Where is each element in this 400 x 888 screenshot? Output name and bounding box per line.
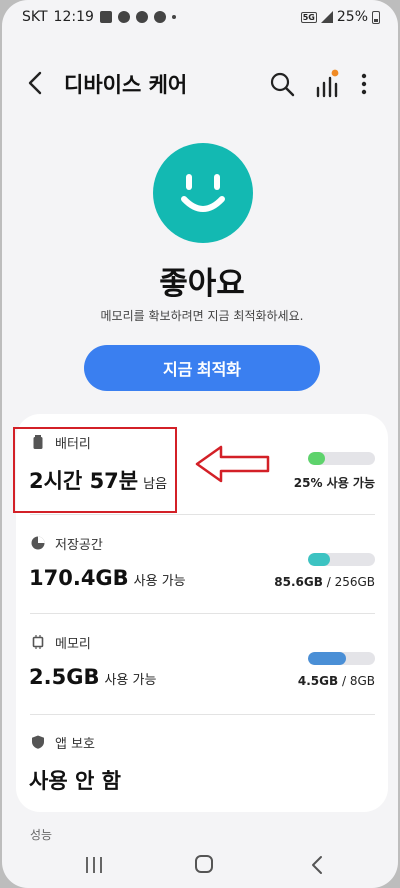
optimize-now-button[interactable]: 지금 최적화 — [84, 345, 320, 391]
battery-caption: 25% 사용 가능 — [293, 476, 375, 490]
status-bar: SKT 12:19 5G 25% — [2, 0, 398, 34]
memory-progress-fill — [308, 652, 346, 665]
app-protection-value: 사용 안 함 — [29, 769, 121, 793]
storage-label: 저장공간 — [55, 538, 103, 553]
shield-icon — [32, 735, 44, 749]
battery-progress-fill — [308, 452, 325, 465]
memory-chip-icon — [32, 635, 44, 649]
app-bar: 디바이스 케어 — [2, 60, 398, 106]
memory-caption: 4.5GB / 8GB — [297, 674, 375, 688]
home-icon[interactable] — [195, 855, 213, 873]
search-icon[interactable] — [268, 70, 296, 98]
signal-strength-icon — [320, 11, 333, 23]
chat-notification-icon — [135, 11, 148, 23]
app-notification-icon — [153, 11, 166, 23]
annotation-arrow-icon — [195, 445, 270, 483]
app-protection-label: 앱 보호 — [55, 737, 96, 752]
highlight-box — [13, 427, 177, 513]
notification-dot — [331, 69, 339, 77]
app-protection-item[interactable]: 앱 보호 사용 안 함 — [16, 714, 388, 814]
device-status-title: 좋아요 — [159, 266, 245, 302]
storage-caption: 85.6GB / 256GB — [274, 575, 375, 589]
memory-item[interactable]: 메모리 2.5GB 사용 가능 4.5GB / 8GB — [16, 614, 388, 714]
nav-back-icon[interactable] — [309, 855, 325, 875]
back-arrow-icon[interactable] — [24, 70, 50, 96]
screen: SKT 12:19 5G 25% 디바이스 케어 좋아요 메모리를 확보하려면 … — [2, 0, 398, 888]
storage-unit: 사용 가능 — [133, 574, 186, 589]
battery-progress-bar — [308, 452, 375, 465]
talk-notification-icon — [117, 11, 130, 23]
carrier-label: SKT — [22, 9, 48, 25]
storage-progress-bar — [308, 553, 375, 566]
performance-section-peek: 성능 — [30, 828, 53, 842]
memory-progress-bar — [308, 652, 375, 665]
battery-percent: 25% — [336, 9, 368, 25]
battery-status-icon — [372, 10, 380, 24]
memory-value: 2.5GB 사용 가능 — [29, 665, 157, 689]
status-bar-right: 5G 25% — [300, 9, 380, 25]
device-status-message: 메모리를 확보하려면 지금 최적화하세요. — [100, 309, 304, 323]
navigation-bar — [2, 846, 398, 888]
performance-chart-icon[interactable] — [314, 68, 340, 98]
more-options-icon[interactable] — [354, 70, 374, 98]
phone-frame: SKT 12:19 5G 25% 디바이스 케어 좋아요 메모리를 확보하려면 … — [0, 0, 400, 888]
network-type-badge: 5G — [300, 11, 317, 23]
memory-label: 메모리 — [55, 637, 91, 652]
gallery-notification-icon — [99, 11, 112, 23]
storage-pie-icon — [31, 536, 45, 550]
storage-value: 170.4GB 사용 가능 — [29, 566, 186, 590]
storage-item[interactable]: 저장공간 170.4GB 사용 가능 85.6GB / 256GB — [16, 515, 388, 615]
page-title: 디바이스 케어 — [64, 73, 188, 97]
more-notifications-dot-icon — [171, 15, 176, 19]
memory-unit: 사용 가능 — [104, 673, 157, 688]
storage-progress-fill — [308, 553, 331, 566]
recent-apps-icon[interactable] — [84, 856, 104, 874]
clock: 12:19 — [53, 9, 94, 25]
status-bar-left: SKT 12:19 — [22, 9, 176, 25]
smiley-face-icon — [153, 143, 253, 243]
